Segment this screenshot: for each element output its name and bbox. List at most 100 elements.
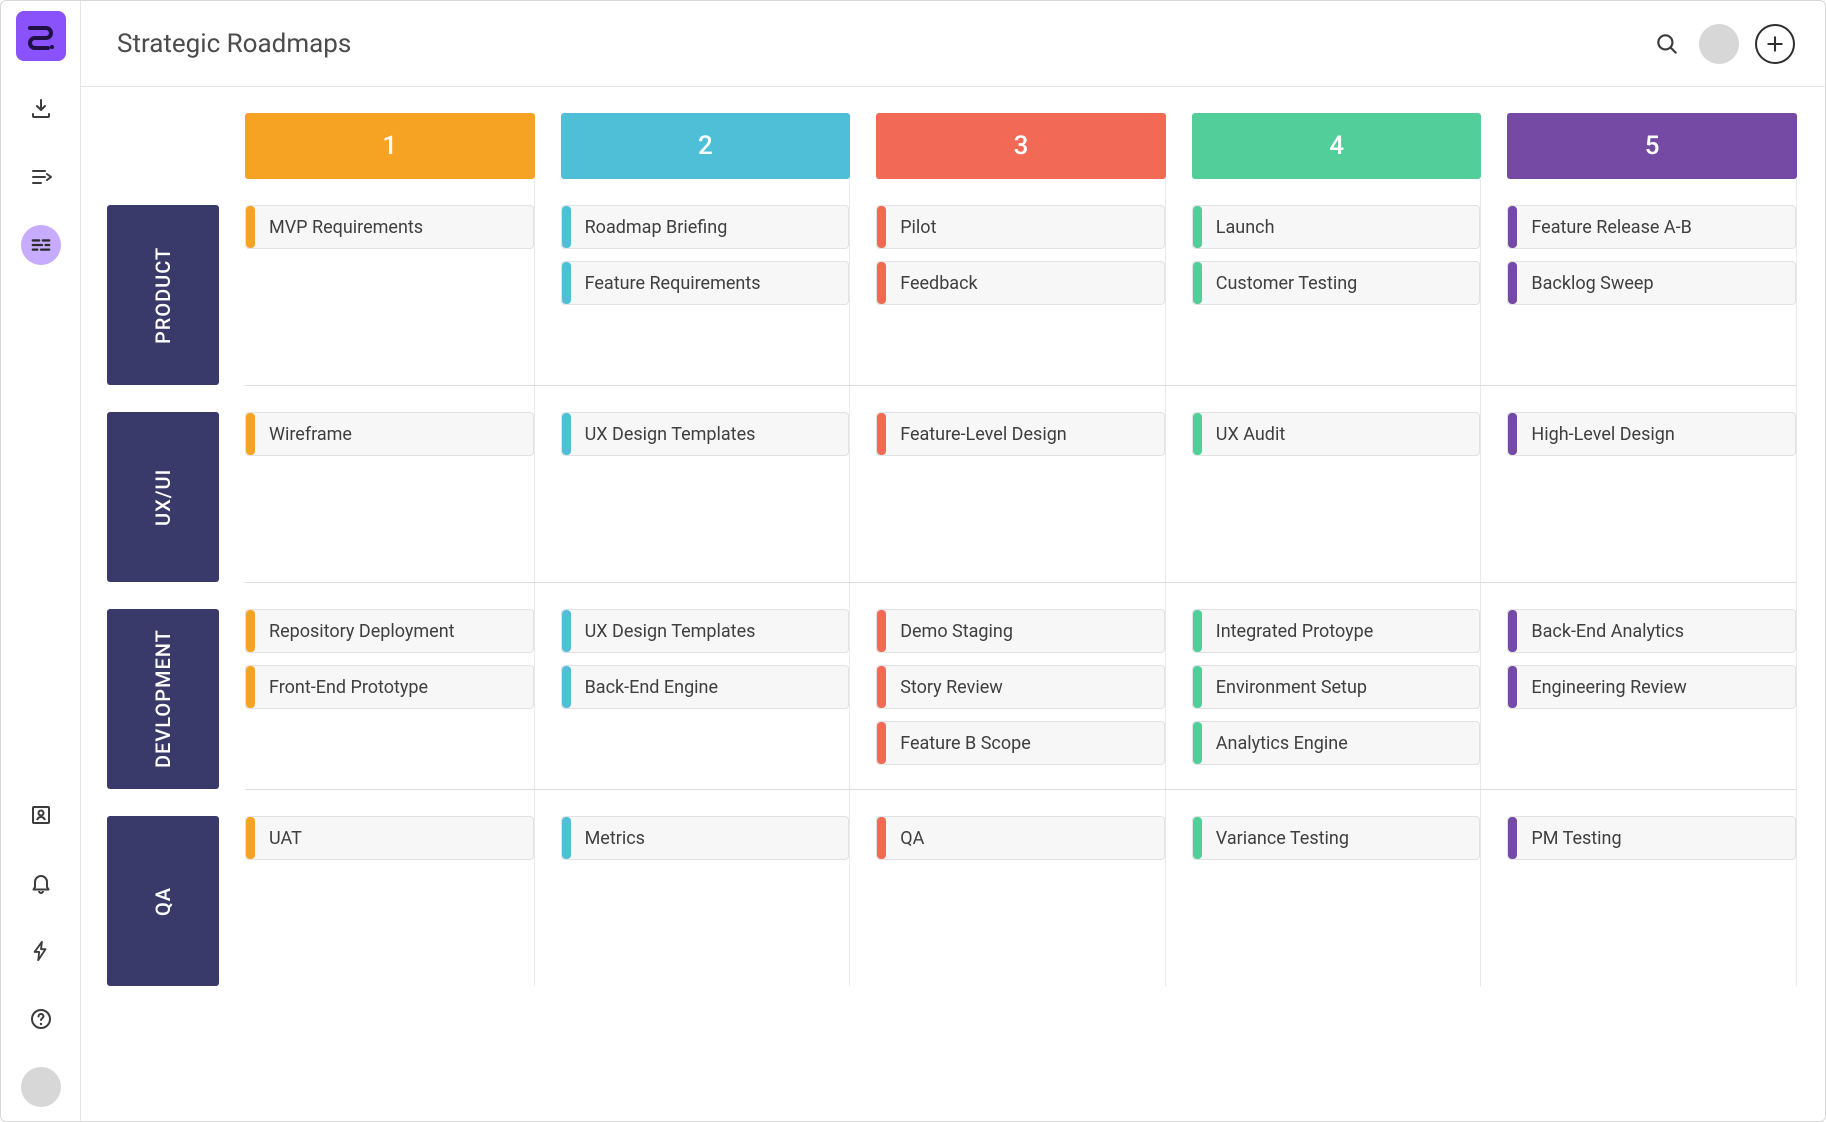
roadmap-board: 12345 PRODUCT MVP Requirements Roadmap Brie… [81, 87, 1825, 1121]
app-logo[interactable] [16, 11, 66, 61]
card-title: UAT [255, 828, 302, 849]
roadmap-card[interactable]: Backlog Sweep [1507, 261, 1796, 305]
card-title: Feature Requirements [571, 273, 761, 294]
roadmap-card[interactable]: Pilot [876, 205, 1165, 249]
app-window: Strategic Roadmaps 12345 PRODUCT MVP Requi… [0, 0, 1826, 1122]
card-stripe [562, 666, 571, 708]
nav-import[interactable] [21, 89, 61, 129]
card-stripe [877, 413, 886, 455]
card-title: UX Design Templates [571, 424, 756, 445]
card-stripe [562, 817, 571, 859]
roadmap-card[interactable]: Demo Staging [876, 609, 1165, 653]
roadmap-card[interactable]: PM Testing [1507, 816, 1796, 860]
roadmap-card[interactable]: Analytics Engine [1192, 721, 1481, 765]
nav-actions[interactable] [21, 931, 61, 971]
download-tray-icon [29, 97, 53, 121]
nav-swimlane-view[interactable] [21, 225, 61, 265]
roadmap-card[interactable]: Variance Testing [1192, 816, 1481, 860]
roadmap-card[interactable]: Front-End Prototype [245, 665, 534, 709]
roadmap-card[interactable]: Roadmap Briefing [561, 205, 850, 249]
card-stripe [1193, 666, 1202, 708]
card-stripe [562, 206, 571, 248]
column-header-4[interactable]: 4 [1192, 113, 1482, 179]
help-circle-icon [29, 1007, 53, 1031]
swimlane-label-text: UX/UI [151, 468, 175, 525]
card-title: Back-End Analytics [1517, 621, 1684, 642]
roadmap-card[interactable]: Repository Deployment [245, 609, 534, 653]
roadmap-card[interactable]: Environment Setup [1192, 665, 1481, 709]
roadmap-card[interactable]: Engineering Review [1507, 665, 1796, 709]
nav-help[interactable] [21, 999, 61, 1039]
card-title: Analytics Engine [1202, 733, 1348, 754]
column-header-1[interactable]: 1 [245, 113, 535, 179]
roadmap-card[interactable]: Wireframe [245, 412, 534, 456]
cell: Demo Staging Story Review Feature B Scope [876, 583, 1166, 789]
card-title: Front-End Prototype [255, 677, 428, 698]
cell: UX Audit [1192, 386, 1482, 582]
add-button[interactable] [1755, 24, 1795, 64]
roadmap-card[interactable]: MVP Requirements [245, 205, 534, 249]
swimlane-label-ux-ui[interactable]: UX/UI [107, 412, 219, 582]
card-title: PM Testing [1517, 828, 1621, 849]
card-title: QA [886, 828, 924, 849]
nav-list-play[interactable] [21, 157, 61, 197]
nav-notifications[interactable] [21, 863, 61, 903]
search-icon [1654, 31, 1680, 57]
swimlane-label-devlopment[interactable]: DEVLOPMENT [107, 609, 219, 789]
cell: Metrics [561, 790, 851, 986]
column-header-5[interactable]: 5 [1507, 113, 1797, 179]
roadmap-card[interactable]: Story Review [876, 665, 1165, 709]
roadmap-card[interactable]: QA [876, 816, 1165, 860]
card-title: MVP Requirements [255, 217, 423, 238]
swimlane-label-qa[interactable]: QA [107, 816, 219, 986]
user-avatar-rail[interactable] [21, 1067, 61, 1107]
card-stripe [1508, 817, 1517, 859]
card-title: Variance Testing [1202, 828, 1349, 849]
roadmap-card[interactable]: UX Audit [1192, 412, 1481, 456]
page-title: Strategic Roadmaps [117, 29, 351, 59]
roadmap-card[interactable]: UAT [245, 816, 534, 860]
cell: High-Level Design [1507, 386, 1797, 582]
cell: Variance Testing [1192, 790, 1482, 986]
list-arrow-icon [29, 165, 53, 189]
roadmap-card[interactable]: Integrated Protoype [1192, 609, 1481, 653]
card-title: Repository Deployment [255, 621, 455, 642]
roadmap-card[interactable]: Customer Testing [1192, 261, 1481, 305]
search-button[interactable] [1647, 24, 1687, 64]
cell: Integrated Protoype Environment Setup Anal… [1192, 583, 1482, 789]
card-title: Backlog Sweep [1517, 273, 1653, 294]
column-header-2[interactable]: 2 [561, 113, 851, 179]
card-title: Customer Testing [1202, 273, 1357, 294]
card-stripe [562, 262, 571, 304]
cell: Back-End Analytics Engineering Review [1507, 583, 1797, 789]
column-header-3[interactable]: 3 [876, 113, 1166, 179]
nav-contacts[interactable] [21, 795, 61, 835]
card-stripe [1193, 206, 1202, 248]
roadmap-card[interactable]: Feature B Scope [876, 721, 1165, 765]
roadmap-card[interactable]: Metrics [561, 816, 850, 860]
roadmap-card[interactable]: Back-End Engine [561, 665, 850, 709]
roadmap-card[interactable]: Back-End Analytics [1507, 609, 1796, 653]
card-stripe [877, 722, 886, 764]
roadmap-card[interactable]: Launch [1192, 205, 1481, 249]
roadmap-card[interactable]: Feature-Level Design [876, 412, 1165, 456]
card-title: Story Review [886, 677, 1003, 698]
swimlane-label-text: PRODUCT [151, 246, 175, 343]
swimlane-label-product[interactable]: PRODUCT [107, 205, 219, 385]
card-title: High-Level Design [1517, 424, 1674, 445]
roadmap-card[interactable]: Feature Release A-B [1507, 205, 1796, 249]
card-stripe [246, 666, 255, 708]
roadmap-card[interactable]: Feedback [876, 261, 1165, 305]
user-avatar-top[interactable] [1699, 24, 1739, 64]
roadmap-card[interactable]: UX Design Templates [561, 609, 850, 653]
card-stripe [877, 206, 886, 248]
roadmap-card[interactable]: Feature Requirements [561, 261, 850, 305]
card-stripe [1193, 722, 1202, 764]
card-stripe [877, 817, 886, 859]
card-stripe [562, 413, 571, 455]
cell: Roadmap Briefing Feature Requirements [561, 179, 851, 385]
roadmap-card[interactable]: UX Design Templates [561, 412, 850, 456]
top-bar: Strategic Roadmaps [81, 1, 1825, 87]
card-stripe [877, 610, 886, 652]
roadmap-card[interactable]: High-Level Design [1507, 412, 1796, 456]
